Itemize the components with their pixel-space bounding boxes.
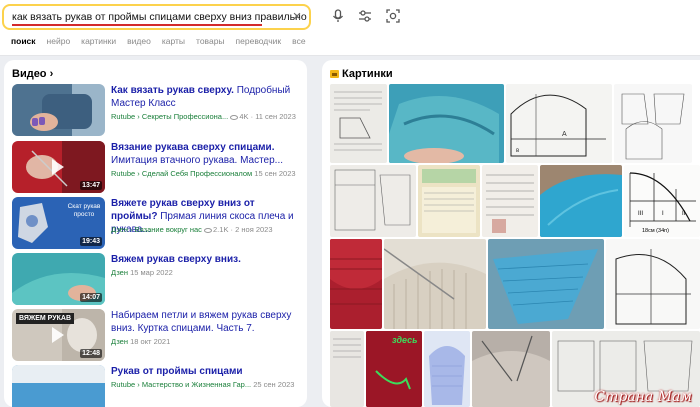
- tab-maps[interactable]: карты: [162, 36, 185, 52]
- image-result[interactable]: III I II 18см (34п): [624, 165, 700, 237]
- video-meta: Дзен 18 окт 2021: [111, 337, 171, 346]
- tabs-divider: [0, 55, 700, 56]
- views-icon: [230, 114, 239, 120]
- video-duration: 12:48: [80, 349, 102, 358]
- watermark: Страна Мам: [594, 389, 692, 405]
- filter-settings-icon[interactable]: [358, 9, 372, 23]
- video-thumbnail[interactable]: ВЯЖЕМ РУКАВ 12:48: [12, 309, 105, 361]
- search-input[interactable]: как вязать рукав от проймы спицами сверх…: [12, 11, 307, 23]
- video-thumbnail[interactable]: [12, 365, 105, 407]
- image-result[interactable]: Страна Мам: [552, 331, 700, 407]
- pattern-label: II: [682, 211, 686, 217]
- video-title[interactable]: Вяжем рукав сверху вниз.: [111, 253, 301, 266]
- tab-products[interactable]: товары: [196, 36, 225, 52]
- video-meta: Дзен 15 мар 2022: [111, 268, 173, 277]
- pattern-label: I: [662, 211, 664, 217]
- images-panel: Картинки Aв III I II 18см (34п) здесь Ст…: [322, 60, 700, 407]
- image-result[interactable]: [384, 239, 486, 329]
- video-item[interactable]: Как вязать рукав сверху. Подробный Масте…: [12, 84, 304, 136]
- video-title[interactable]: Вязание рукава сверху спицами. Имитация …: [111, 141, 301, 167]
- video-title[interactable]: Набираем петли и вяжем рукав сверху вниз…: [111, 309, 301, 335]
- tab-images[interactable]: картинки: [81, 36, 116, 52]
- chevron-right-icon: ›: [49, 68, 54, 80]
- play-icon: [52, 327, 64, 343]
- svg-text:в: в: [516, 148, 519, 154]
- tab-translator[interactable]: переводчик: [236, 36, 282, 52]
- image-result[interactable]: [424, 331, 470, 407]
- image-result[interactable]: [330, 165, 416, 237]
- video-item[interactable]: Скат рукав просто 19:43 Вяжете рукав све…: [12, 197, 304, 249]
- video-meta: Rutube › Сделай Себя Профессионалом 15 с…: [111, 169, 296, 178]
- microphone-icon[interactable]: [331, 9, 345, 23]
- thumbnail-caption: ВЯЖЕМ РУКАВ: [16, 313, 74, 324]
- video-thumbnail[interactable]: [12, 84, 105, 136]
- image-result[interactable]: [606, 239, 700, 329]
- video-thumbnail[interactable]: 13:47: [12, 141, 105, 193]
- image-result[interactable]: [614, 84, 692, 163]
- tab-neuro[interactable]: нейро: [47, 36, 71, 52]
- image-result[interactable]: [330, 331, 364, 407]
- video-item[interactable]: 13:47 Вязание рукава сверху спицами. Ими…: [12, 141, 304, 193]
- image-result[interactable]: [330, 84, 387, 163]
- video-item[interactable]: 14:07 Вяжем рукав сверху вниз. Дзен 15 м…: [12, 253, 304, 305]
- images-section-title[interactable]: Картинки: [330, 68, 393, 80]
- image-search-icon[interactable]: [386, 9, 400, 23]
- video-duration: 13:47: [80, 181, 102, 190]
- top-bar: как вязать рукав от проймы спицами сверх…: [0, 0, 700, 56]
- tab-search[interactable]: поиск: [11, 36, 36, 52]
- video-item[interactable]: ВЯЖЕМ РУКАВ 12:48 Набираем петли и вяжем…: [12, 309, 304, 361]
- image-result[interactable]: [488, 239, 604, 329]
- clear-search-button[interactable]: ×: [289, 9, 305, 25]
- image-result[interactable]: [418, 165, 480, 237]
- tab-all[interactable]: все: [292, 36, 305, 52]
- image-result[interactable]: [540, 165, 622, 237]
- image-result[interactable]: [389, 84, 504, 163]
- search-tabs: поиск нейро картинки видео карты товары …: [11, 36, 317, 52]
- spellcheck-underline: [12, 24, 262, 26]
- video-duration: 19:43: [80, 237, 102, 246]
- video-panel: Видео › Как вязать рукав сверху. Подробн…: [4, 60, 307, 407]
- video-thumbnail[interactable]: 14:07: [12, 253, 105, 305]
- video-duration: 14:07: [80, 293, 102, 302]
- views-icon: [204, 227, 213, 233]
- image-result[interactable]: [482, 165, 538, 237]
- pattern-label: III: [638, 211, 643, 217]
- pattern-label: 18см (34п): [642, 228, 669, 234]
- image-result[interactable]: [472, 331, 550, 407]
- video-meta: Rutube › Секреты Профессиона... 4K · 11 …: [111, 112, 296, 121]
- video-meta: Дзен › Вязание вокруг нас 2.1K · 2 ноя 2…: [111, 225, 273, 234]
- tab-video[interactable]: видео: [127, 36, 151, 52]
- video-meta: Rutube › Мастерство и Жизненная Гар... 2…: [111, 380, 295, 389]
- image-result[interactable]: здесь: [366, 331, 422, 407]
- svg-text:A: A: [562, 131, 567, 138]
- image-result[interactable]: [330, 239, 382, 329]
- image-result[interactable]: Aв: [506, 84, 612, 163]
- video-title[interactable]: Как вязать рукав сверху. Подробный Масте…: [111, 84, 301, 110]
- image-overlay-text: здесь: [392, 335, 418, 345]
- video-item[interactable]: Рукав от проймы спицами Rutube › Мастерс…: [12, 365, 304, 407]
- play-icon: [52, 159, 64, 175]
- search-box[interactable]: как вязать рукав от проймы спицами сверх…: [2, 4, 311, 30]
- thumbnail-caption: Скат рукав просто: [67, 203, 101, 218]
- video-section-title[interactable]: Видео ›: [12, 68, 53, 80]
- images-icon: [330, 70, 339, 78]
- video-title[interactable]: Рукав от проймы спицами: [111, 365, 301, 378]
- video-thumbnail[interactable]: Скат рукав просто 19:43: [12, 197, 105, 249]
